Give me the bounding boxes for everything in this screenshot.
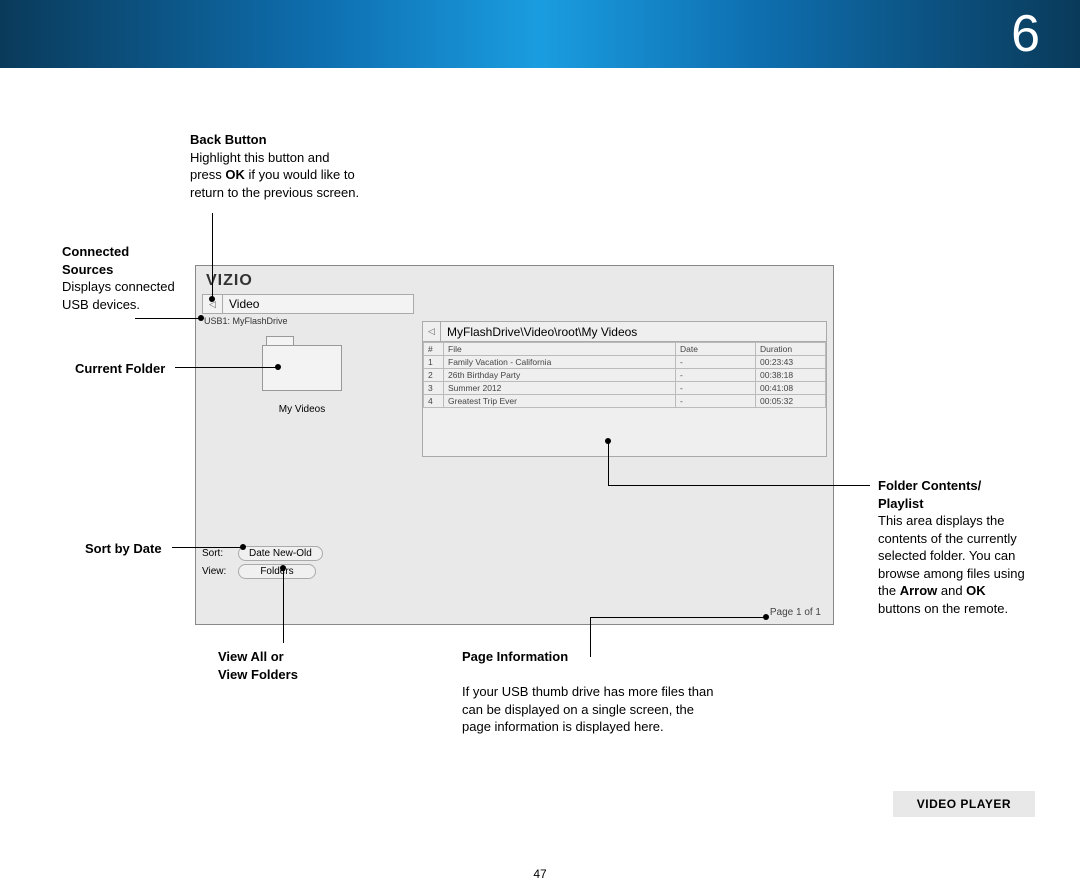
vizio-logo: VIZIO (206, 272, 253, 290)
page-number: 47 (533, 867, 546, 881)
leader-dot (198, 315, 204, 321)
leader-line (608, 441, 609, 485)
callout-title: Back Button (190, 132, 267, 147)
current-folder-name: My Videos (202, 404, 402, 415)
view-value-pill[interactable]: Folders (238, 564, 316, 579)
callout-page-info: Page Information If your USB thumb drive… (462, 648, 722, 736)
sort-key: Sort: (202, 548, 238, 559)
leader-dot (280, 565, 286, 571)
breadcrumb-row[interactable]: ◁ MyFlashDrive\Video\root\My Videos (423, 322, 826, 342)
leader-line (172, 547, 242, 548)
screenshot-video-player: VIZIO ◁ Video USB1: MyFlashDrive My Vide… (195, 265, 834, 625)
leader-line (135, 318, 200, 319)
usb-source-label[interactable]: USB1: MyFlashDrive (202, 314, 414, 326)
table-row[interactable]: 4Greatest Trip Ever-00:05:32 (424, 395, 826, 408)
page-info-text: Page 1 of 1 (770, 607, 821, 618)
leader-line (590, 617, 591, 657)
leader-line (283, 569, 284, 643)
file-table: # File Date Duration 1Family Vacation - … (423, 342, 826, 408)
folder-contents-panel: ◁ MyFlashDrive\Video\root\My Videos # Fi… (422, 321, 827, 457)
view-key: View: (202, 566, 238, 577)
callout-connected-sources: Connected Sources Displays connected USB… (62, 243, 182, 313)
header-band: 6 (0, 0, 1080, 68)
table-row[interactable]: 226th Birthday Party-00:38:18 (424, 369, 826, 382)
table-row[interactable]: 1Family Vacation - California-00:23:43 (424, 356, 826, 369)
leader-line (608, 485, 870, 486)
callout-folder-contents: Folder Contents/ Playlist This area disp… (878, 477, 1028, 617)
breadcrumb-path: MyFlashDrive\Video\root\My Videos (441, 325, 637, 339)
sort-value-pill[interactable]: Date New-Old (238, 546, 323, 561)
callout-sort-by-date: Sort by Date (85, 540, 162, 558)
leader-line (175, 367, 277, 368)
callout-current-folder: Current Folder (75, 360, 165, 378)
leader-line (212, 213, 213, 298)
chapter-number: 6 (1011, 4, 1040, 64)
breadcrumb-back-icon[interactable]: ◁ (423, 322, 441, 341)
sidebar: ◁ Video USB1: MyFlashDrive My Videos (202, 294, 414, 426)
table-header-row: # File Date Duration (424, 343, 826, 356)
leader-dot (209, 296, 215, 302)
leader-dot (763, 614, 769, 620)
category-label: Video (223, 297, 259, 311)
leader-dot (275, 364, 281, 370)
leader-line (590, 617, 765, 618)
page-content: Back Button Highlight this button and pr… (0, 68, 1080, 834)
callout-view-all: View All or View Folders (218, 648, 298, 683)
video-category-row[interactable]: ◁ Video (202, 294, 414, 314)
sort-view-controls: Sort: Date New-Old View: Folders (202, 546, 414, 582)
table-row[interactable]: 3Summer 2012-00:41:08 (424, 382, 826, 395)
callout-back-button: Back Button Highlight this button and pr… (190, 131, 360, 201)
leader-dot (240, 544, 246, 550)
page-caption: VIDEO PLAYER (893, 791, 1035, 817)
current-folder-icon[interactable] (262, 336, 342, 391)
